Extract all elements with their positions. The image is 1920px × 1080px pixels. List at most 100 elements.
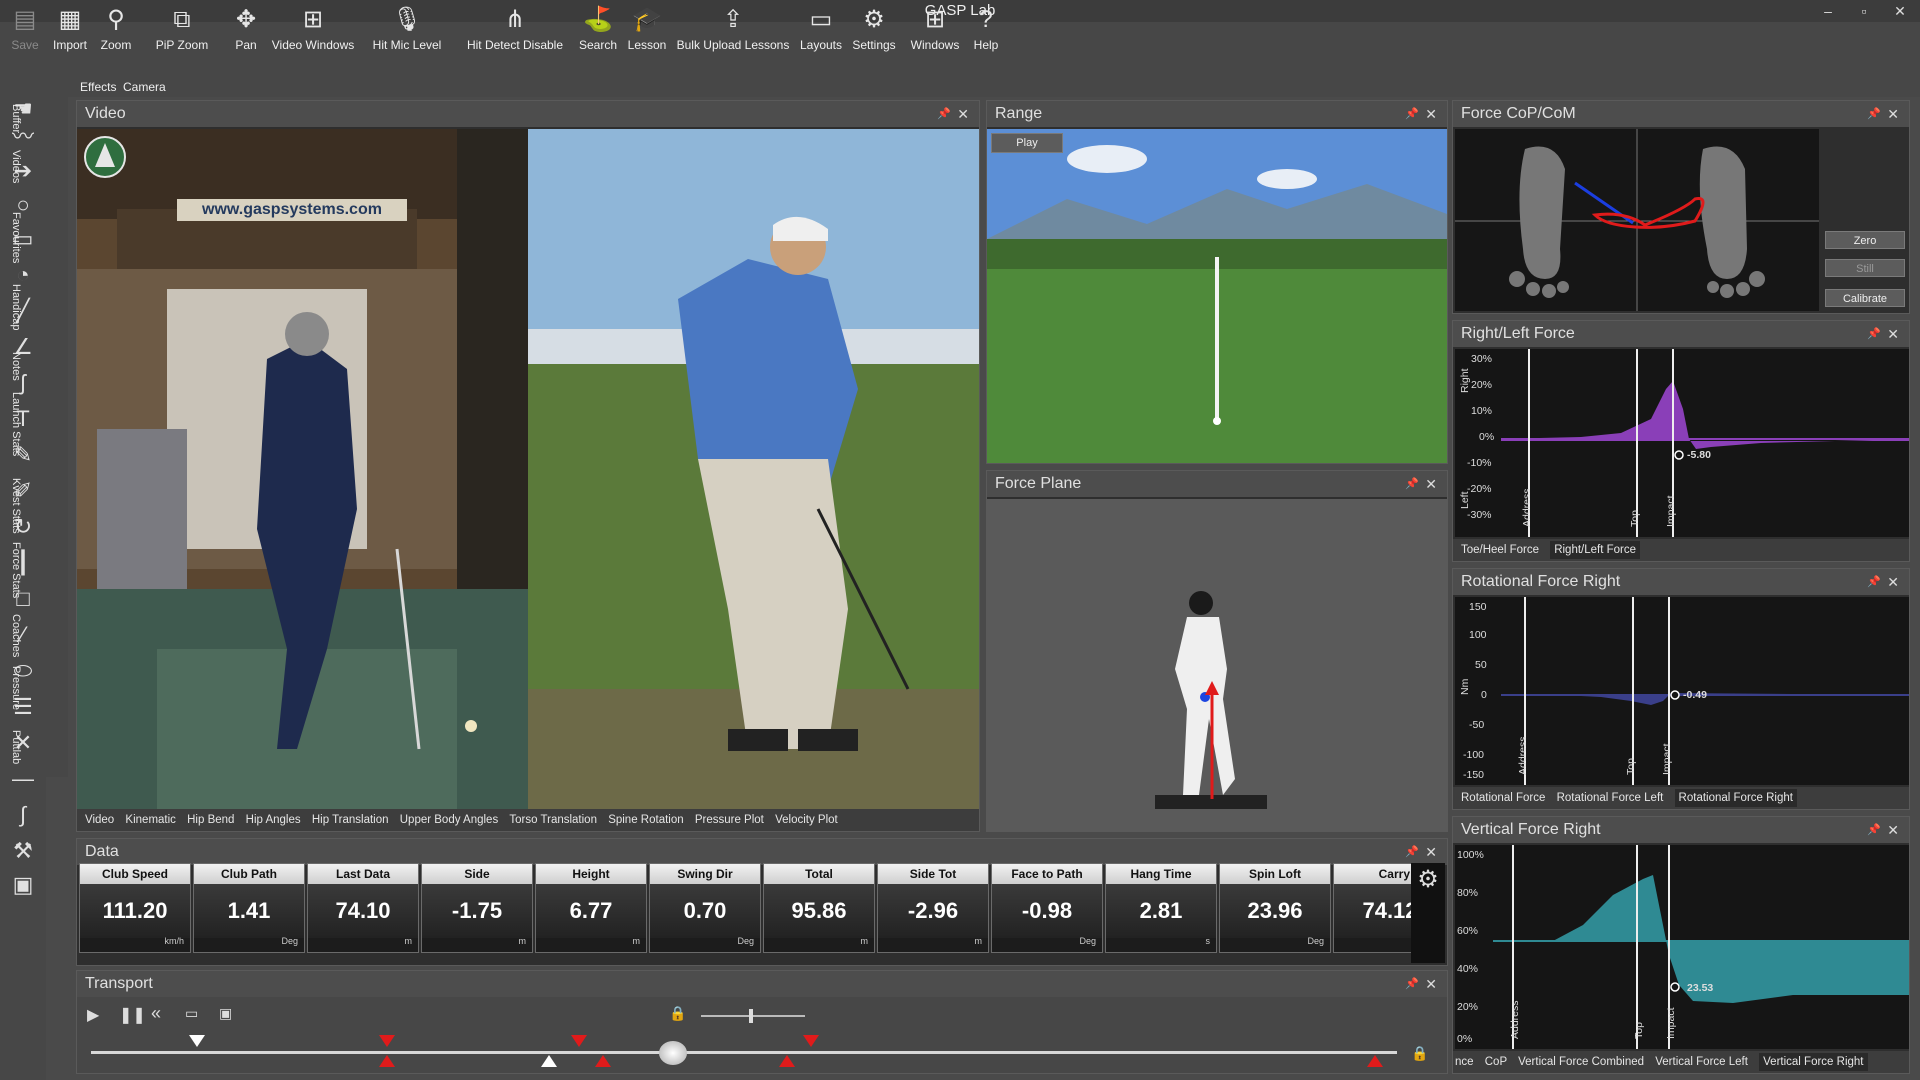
help-button[interactable]: ? Help [968, 4, 1004, 62]
effects-menu[interactable]: Effects [80, 80, 116, 94]
timeline-event-marker[interactable] [541, 1055, 557, 1067]
close-icon[interactable]: ✕ [1425, 101, 1437, 127]
timeline-event-marker[interactable] [379, 1055, 395, 1067]
side-tab-notes[interactable]: Notes [0, 352, 22, 381]
camera-icon[interactable]: ▣ [219, 1005, 232, 1022]
lesson-button[interactable]: 🎓 Lesson [626, 4, 668, 62]
pin-icon[interactable]: 📌 [1867, 817, 1881, 843]
bulk-upload-lessons-button[interactable]: ⇪ Bulk Upload Lessons [676, 4, 790, 62]
club-tool-icon[interactable]: ⚒ [10, 838, 36, 864]
side-tab-launch-stats[interactable]: Launch Stats [0, 392, 22, 456]
timeline-event-marker[interactable] [379, 1035, 395, 1047]
screenshot-tool-icon[interactable]: ▣ [10, 872, 36, 898]
video-windows-button[interactable]: ⊞ Video Windows [270, 4, 356, 62]
tab-upper-body-angles[interactable]: Upper Body Angles [400, 814, 498, 826]
side-tab-handicap[interactable]: Handicap [0, 284, 22, 330]
pin-icon[interactable]: 📌 [1405, 971, 1419, 997]
tab-right-left-force[interactable]: Right/Left Force [1550, 541, 1641, 559]
tab-rotational-force-left[interactable]: Rotational Force Left [1557, 792, 1664, 804]
speed-lock-icon[interactable]: 🔒 [669, 1005, 686, 1022]
play-icon[interactable]: ▶ [87, 1005, 99, 1025]
tab-hip-translation[interactable]: Hip Translation [312, 814, 389, 826]
layouts-button[interactable]: ▭ Layouts [798, 4, 844, 62]
side-tab-force-stats[interactable]: Force Stats [0, 542, 22, 598]
pin-icon[interactable]: 📌 [937, 101, 951, 127]
side-tab-favourites[interactable]: Favourites [0, 212, 22, 263]
timeline-event-marker[interactable] [595, 1055, 611, 1067]
pause-icon[interactable]: ❚❚ [119, 1005, 146, 1025]
pin-icon[interactable]: 📌 [1867, 101, 1881, 127]
force-plane-3d-view[interactable] [987, 499, 1447, 831]
save-button[interactable]: ▤ Save [6, 4, 44, 62]
camera-view-down-the-line[interactable] [528, 129, 979, 809]
tab-velocity-plot[interactable]: Velocity Plot [775, 814, 838, 826]
import-button[interactable]: ▦ Import [48, 4, 92, 62]
tab-force-balance[interactable]: nce [1455, 1056, 1474, 1068]
timeline-start-marker[interactable] [189, 1035, 205, 1047]
pin-icon[interactable]: 📌 [1867, 569, 1881, 595]
pin-icon[interactable]: 📌 [1405, 839, 1419, 865]
tab-kinematic[interactable]: Kinematic [125, 814, 176, 826]
still-button[interactable]: Still [1825, 259, 1905, 277]
tab-cop[interactable]: CoP [1485, 1056, 1507, 1068]
hit-mic-level-button[interactable]: 🎙 Hit Mic Level [370, 4, 444, 62]
tab-pressure-plot[interactable]: Pressure Plot [695, 814, 764, 826]
timeline-track[interactable] [91, 1051, 1397, 1054]
tab-hip-angles[interactable]: Hip Angles [246, 814, 301, 826]
hit-detect-disable-button[interactable]: ⋔ Hit Detect Disable [464, 4, 566, 62]
close-window-button[interactable]: ✕ [1882, 0, 1918, 22]
close-icon[interactable]: ✕ [1887, 321, 1899, 347]
timeline-event-marker[interactable] [779, 1055, 795, 1067]
side-tab-buffer[interactable]: Buffer [0, 104, 22, 133]
tab-vertical-force-left[interactable]: Vertical Force Left [1655, 1056, 1748, 1068]
pin-icon[interactable]: 📌 [1405, 101, 1419, 127]
side-tab-coaches[interactable]: Coaches [0, 614, 22, 657]
rewind-icon[interactable]: « [151, 1003, 161, 1024]
play-button[interactable]: Play [991, 133, 1063, 153]
pin-icon[interactable]: 📌 [1867, 321, 1881, 347]
tab-vertical-force-combined[interactable]: Vertical Force Combined [1518, 1056, 1644, 1068]
pin-icon[interactable]: 📌 [1405, 471, 1419, 497]
search-button[interactable]: ⛳ Search [578, 4, 618, 62]
close-icon[interactable]: ✕ [1887, 569, 1899, 595]
tab-toe-heel-force[interactable]: Toe/Heel Force [1461, 544, 1539, 556]
speed-slider-thumb[interactable] [749, 1009, 753, 1023]
camera-view-face-on[interactable] [77, 129, 528, 809]
side-tab-pressure[interactable]: Pressure [0, 666, 22, 710]
range-3d-view[interactable] [987, 129, 1447, 463]
tab-torso-translation[interactable]: Torso Translation [509, 814, 597, 826]
maximize-button[interactable]: ▫ [1846, 0, 1882, 22]
record-icon[interactable]: ▭ [185, 1005, 198, 1022]
timeline-end-marker[interactable] [1367, 1055, 1383, 1067]
zero-button[interactable]: Zero [1825, 231, 1905, 249]
side-tab-kvest-stats[interactable]: Kvest Stats [0, 478, 22, 534]
zoom-button[interactable]: ⚲ Zoom [96, 4, 136, 62]
close-icon[interactable]: ✕ [1887, 817, 1899, 843]
timeline-lock-icon[interactable]: 🔒 [1411, 1045, 1428, 1062]
curve-tool-icon[interactable]: ∫ [10, 802, 36, 828]
minimize-button[interactable]: – [1810, 0, 1846, 22]
close-icon[interactable]: ✕ [1425, 471, 1437, 497]
close-icon[interactable]: ✕ [1887, 101, 1899, 127]
pan-button[interactable]: ✥ Pan [228, 4, 264, 62]
tab-rotational-force[interactable]: Rotational Force [1461, 792, 1545, 804]
timeline-event-marker[interactable] [571, 1035, 587, 1047]
horizontal-line-tool-icon[interactable]: — [10, 766, 36, 792]
settings-button[interactable]: ⚙ Settings [850, 4, 898, 62]
side-tab-videos[interactable]: Videos [0, 150, 22, 183]
close-icon[interactable]: ✕ [1425, 839, 1437, 865]
speed-slider[interactable] [701, 1015, 805, 1017]
tab-spine-rotation[interactable]: Spine Rotation [608, 814, 683, 826]
pip-zoom-button[interactable]: ⧉ PiP Zoom [154, 4, 210, 62]
close-icon[interactable]: ✕ [957, 101, 969, 127]
timeline-playhead-ball[interactable] [659, 1041, 687, 1065]
side-tab-puttlab[interactable]: Puttlab [0, 730, 22, 764]
timeline-event-marker[interactable] [803, 1035, 819, 1047]
tab-vertical-force-right[interactable]: Vertical Force Right [1759, 1053, 1868, 1071]
tab-hip-bend[interactable]: Hip Bend [187, 814, 234, 826]
windows-button[interactable]: ⊞ Windows [906, 4, 964, 62]
close-icon[interactable]: ✕ [1425, 971, 1437, 997]
calibrate-button[interactable]: Calibrate [1825, 289, 1905, 307]
tab-video[interactable]: Video [85, 814, 114, 826]
tab-rotational-force-right[interactable]: Rotational Force Right [1674, 789, 1797, 807]
